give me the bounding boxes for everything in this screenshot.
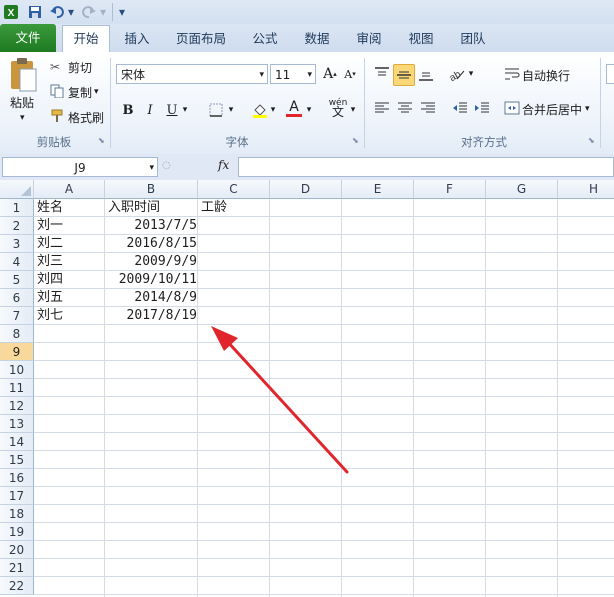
ribbon-tabs: 文件 开始 插入 页面布局 公式 数据 审阅 视图 团队 [0,24,614,53]
increase-indent-icon[interactable] [472,98,492,118]
name-box[interactable]: J9 ▾ [2,157,158,177]
font-group-label: 字体 [225,135,249,149]
merge-center-button[interactable]: 合并后居中 ▾ [504,100,590,118]
wrap-text-icon [504,67,522,84]
format-painter-label: 格式刷 [68,110,105,125]
font-size-dropdown-icon: ▾ [307,70,312,80]
clipboard-launcher-icon[interactable]: ⬊ [98,136,105,145]
name-box-dropdown-icon: ▾ [149,163,154,173]
wrap-text-label: 自动换行 [522,68,571,83]
number-format-select[interactable] [606,64,614,84]
tab-insert[interactable]: 插入 [114,26,160,51]
shrink-font-button[interactable]: A ▾ [340,64,360,84]
alignment-group-label: 对齐方式 [461,135,507,149]
cut-button[interactable]: ✂ 剪切 [50,58,92,76]
grow-font-button[interactable]: A ▴ [320,64,340,84]
phonetic-button[interactable]: wén 文 [326,98,350,119]
orientation-icon[interactable]: ab [446,64,466,84]
worksheet-grid[interactable]: ABCDEFGH 1 2 3 4 5 6 7 8 9 10 11 12 13 14 15 16 17 18 19 20… [0,180,614,597]
font-color-dropdown-icon[interactable]: ▾ [304,100,314,120]
tab-home[interactable]: 开始 [62,25,110,52]
tab-formulas[interactable]: 公式 [242,26,288,51]
tab-file[interactable]: 文件 [0,24,56,52]
wrap-text-button[interactable]: 自动换行 [504,66,570,84]
copy-label: 复制 [68,85,93,100]
paste-dropdown-icon[interactable]: ▾ [20,112,25,124]
paste-icon[interactable] [6,56,40,94]
font-color-swatch [286,113,302,117]
ribbon-home: 粘贴 ▾ ✂ 剪切 复制 ▾ 格式刷 剪贴板 ⬊ 宋体 ▾ 11 ▾ A ▴ A ▾… [0,52,614,155]
merge-dropdown-icon[interactable]: ▾ [585,104,590,114]
fill-color-icon[interactable] [250,100,270,120]
merge-center-label: 合并后居中 [522,102,583,117]
phonetic-char-icon: 文 [331,105,344,119]
merge-center-icon [504,101,522,118]
font-name-select[interactable]: 宋体 ▾ [116,64,268,84]
save-icon[interactable] [26,3,44,21]
excel-logo-icon: X [2,3,20,21]
formula-bar: J9 ▾ ◌ fx [0,154,614,181]
font-launcher-icon[interactable]: ⬊ [352,136,359,145]
font-size-select[interactable]: 11 ▾ [270,64,316,84]
font-color-label: A [289,98,299,115]
alignment-launcher-icon[interactable]: ⬊ [588,136,595,145]
paintbrush-icon [50,109,66,126]
align-top-icon[interactable] [372,64,392,84]
phonetic-dropdown-icon[interactable]: ▾ [348,100,358,120]
tab-data[interactable]: 数据 [294,26,340,51]
align-middle-icon[interactable] [393,64,415,86]
underline-dropdown-icon[interactable]: ▾ [180,100,190,120]
cut-label: 剪切 [68,60,93,75]
formula-input[interactable] [238,157,614,177]
scissors-icon: ✂ [50,60,61,74]
tab-review[interactable]: 审阅 [346,26,392,51]
formula-bar-handle-icon[interactable]: ◌ [162,160,174,174]
align-center-icon[interactable] [395,98,415,118]
align-bottom-icon[interactable] [416,64,436,84]
undo-dropdown-icon[interactable]: ▾ [67,3,75,21]
copy-button[interactable]: 复制 ▾ [50,83,99,101]
fill-color-dropdown-icon[interactable]: ▾ [268,100,278,120]
decrease-indent-icon[interactable] [450,98,470,118]
tab-page-layout[interactable]: 页面布局 [166,26,236,51]
font-size-value: 11 [275,68,291,82]
grow-font-label: A [323,66,334,82]
format-painter-button[interactable]: 格式刷 [50,108,104,126]
redo-dropdown-icon[interactable]: ▾ [99,3,107,21]
borders-dropdown-icon[interactable]: ▾ [226,100,236,120]
clipboard-group-label: 剪贴板 [36,135,72,149]
redo-icon[interactable] [80,3,98,21]
undo-icon[interactable] [48,3,66,21]
copy-dropdown-icon[interactable]: ▾ [94,87,99,97]
name-box-value: J9 [74,161,86,175]
copy-icon [50,84,66,101]
tab-team[interactable]: 团队 [450,26,496,51]
tab-view[interactable]: 视图 [398,26,444,51]
paste-button[interactable]: 粘贴 [10,94,34,110]
borders-icon[interactable] [206,100,226,120]
align-right-icon[interactable] [418,98,438,118]
shrink-font-label: A [344,67,353,81]
underline-button[interactable]: U [162,100,182,120]
align-left-icon[interactable] [372,98,392,118]
orientation-dropdown-icon[interactable]: ▾ [466,64,476,84]
bold-button[interactable]: B [118,100,138,120]
annotation-arrow [211,326,349,474]
quick-access-toolbar: X ▾ ▾ ▾ [0,0,614,24]
font-name-value: 宋体 [121,68,146,82]
insert-function-icon[interactable]: fx [218,158,236,176]
font-color-button[interactable]: A [284,98,304,118]
font-name-dropdown-icon: ▾ [259,70,264,80]
svg-text:X: X [8,8,15,19]
italic-button[interactable]: I [140,100,160,120]
customize-toolbar-icon[interactable]: ▾ [116,3,128,21]
